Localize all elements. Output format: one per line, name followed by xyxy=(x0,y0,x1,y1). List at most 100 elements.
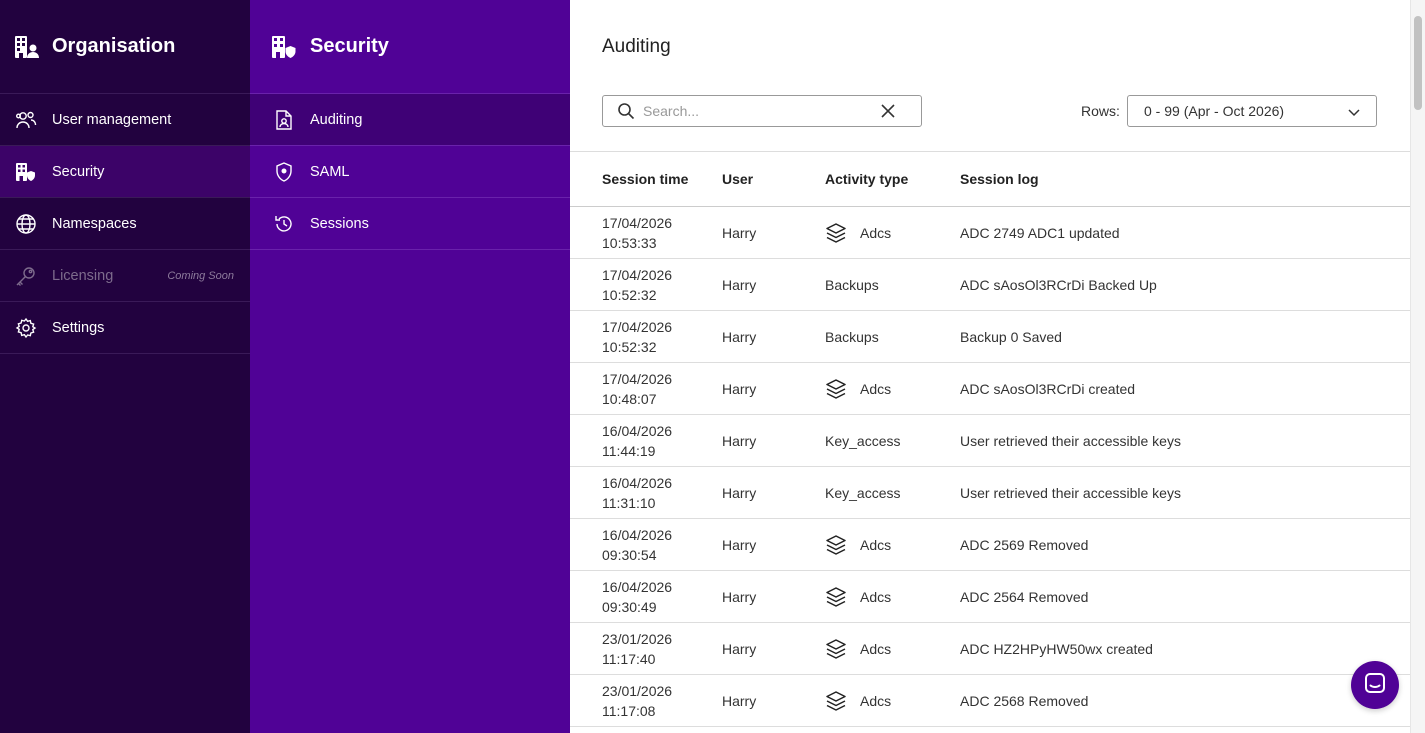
activity-type-label: Adcs xyxy=(860,224,892,241)
sidebar-item-licensing: Licensing Coming Soon xyxy=(0,250,250,302)
activity-type-label: Backups xyxy=(825,328,879,345)
table-row[interactable]: 23/01/2026 11:17:08 Harry Adcs ADC 2568 Remo… xyxy=(570,675,1410,727)
sidebar-item-label: SAML xyxy=(310,163,350,180)
key-icon xyxy=(15,265,37,287)
session-date: 17/04/2026 xyxy=(602,370,673,387)
sidebar-item-saml[interactable]: SAML xyxy=(250,146,570,198)
rows-select-value: 0 - 99 (Apr - Oct 2026) xyxy=(1144,103,1285,119)
activity-type-cell: Key_access xyxy=(825,433,960,449)
layers-icon xyxy=(825,378,847,400)
session-time-cell: 17/04/2026 10:52:32 xyxy=(570,317,722,357)
session-date: 23/01/2026 xyxy=(602,682,673,699)
session-log-cell: Backup 0 Saved xyxy=(960,328,1062,345)
sidebar-item-label: Security xyxy=(52,163,105,180)
sidebar-item-user-management[interactable]: User management xyxy=(0,94,250,146)
table-row[interactable]: 17/04/2026 10:48:07 Harry Adcs ADC sAosOl3RC… xyxy=(570,363,1410,415)
security-sidebar: Security Auditing SAML Sessions xyxy=(250,0,570,733)
globe-icon xyxy=(15,213,37,235)
building-shield-icon xyxy=(270,33,298,61)
organisation-header: Organisation xyxy=(0,0,250,94)
sidebar-item-settings[interactable]: Settings xyxy=(0,302,250,354)
user-cell: Harry xyxy=(722,224,757,241)
search-icon xyxy=(617,101,637,121)
activity-type-cell: Adcs xyxy=(825,534,960,556)
scrollbar[interactable] xyxy=(1410,0,1425,733)
rows-select[interactable]: 0 - 99 (Apr - Oct 2026) xyxy=(1127,95,1377,127)
column-header-session-time[interactable]: Session time xyxy=(570,169,722,189)
table-row[interactable]: 23/01/2026 11:17:40 Harry Adcs ADC HZ2HPyHW5… xyxy=(570,623,1410,675)
chevron-down-icon xyxy=(1346,104,1362,120)
session-log-cell: ADC HZ2HPyHW50wx created xyxy=(960,640,1153,657)
activity-type-label: Adcs xyxy=(860,640,892,657)
sidebar-item-sessions[interactable]: Sessions xyxy=(250,198,570,250)
chat-icon xyxy=(1363,671,1387,700)
user-cell: Harry xyxy=(722,536,757,553)
session-log-cell: ADC 2569 Removed xyxy=(960,536,1089,553)
table-body: 17/04/2026 10:53:33 Harry Adcs ADC 2749 ADC1… xyxy=(570,207,1410,727)
session-clock-time: 11:44:19 xyxy=(602,442,656,459)
user-cell: Harry xyxy=(722,432,757,449)
layers-icon xyxy=(825,638,847,660)
session-date: 23/01/2026 xyxy=(602,630,673,647)
session-time-cell: 23/01/2026 11:17:08 xyxy=(570,681,722,721)
session-time-cell: 17/04/2026 10:52:32 xyxy=(570,265,722,305)
session-clock-time: 09:30:49 xyxy=(602,598,657,615)
table-row[interactable]: 17/04/2026 10:52:32 Harry Backups ADC sAosOl… xyxy=(570,259,1410,311)
column-header-session-log[interactable]: Session log xyxy=(960,171,1410,187)
column-header-user[interactable]: User xyxy=(722,171,825,187)
activity-type-cell: Adcs xyxy=(825,690,960,712)
activity-type-cell: Adcs xyxy=(825,222,960,244)
session-log-cell: ADC sAosOl3RCrDi Backed Up xyxy=(960,276,1157,293)
sidebar-item-label: Namespaces xyxy=(52,215,137,232)
session-time-cell: 17/04/2026 10:53:33 xyxy=(570,213,722,253)
table-row[interactable]: 16/04/2026 09:30:54 Harry Adcs ADC 2569 Remo… xyxy=(570,519,1410,571)
layers-icon xyxy=(825,586,847,608)
sidebar-item-auditing[interactable]: Auditing xyxy=(250,94,570,146)
user-cell: Harry xyxy=(722,588,757,605)
table-row[interactable]: 16/04/2026 09:30:49 Harry Adcs ADC 2564 Remo… xyxy=(570,571,1410,623)
user-cell: Harry xyxy=(722,276,757,293)
session-date: 17/04/2026 xyxy=(602,318,673,335)
sidebar-item-security[interactable]: Security xyxy=(0,146,250,198)
scrollbar-thumb[interactable] xyxy=(1414,16,1422,110)
activity-type-cell: Adcs xyxy=(825,378,960,400)
audit-table: Session time User Activity type Session … xyxy=(570,151,1410,727)
session-clock-time: 11:17:08 xyxy=(602,702,656,719)
activity-type-label: Backups xyxy=(825,276,879,293)
organisation-sidebar: Organisation User management Security Na… xyxy=(0,0,250,733)
session-time-cell: 16/04/2026 09:30:54 xyxy=(570,525,722,565)
chat-button[interactable] xyxy=(1351,661,1399,709)
column-header-activity-type[interactable]: Activity type xyxy=(825,171,960,187)
building-user-icon xyxy=(14,34,40,60)
session-time-cell: 16/04/2026 11:44:19 xyxy=(570,421,722,461)
session-log-cell: ADC sAosOl3RCrDi created xyxy=(960,380,1136,397)
close-icon[interactable] xyxy=(879,102,897,120)
table-row[interactable]: 16/04/2026 11:44:19 Harry Key_access User re… xyxy=(570,415,1410,467)
table-row[interactable]: 17/04/2026 10:53:33 Harry Adcs ADC 2749 ADC1… xyxy=(570,207,1410,259)
session-date: 17/04/2026 xyxy=(602,266,673,283)
user-cell: Harry xyxy=(722,380,757,397)
activity-type-cell: Key_access xyxy=(825,485,960,501)
session-clock-time: 10:48:07 xyxy=(602,390,657,407)
activity-type-cell: Adcs xyxy=(825,586,960,608)
sidebar-item-namespaces[interactable]: Namespaces xyxy=(0,198,250,250)
table-row[interactable]: 17/04/2026 10:52:32 Harry Backups Backup 0 S… xyxy=(570,311,1410,363)
session-log-cell: ADC 2749 ADC1 updated xyxy=(960,224,1120,241)
security-header: Security xyxy=(250,0,570,94)
session-date: 16/04/2026 xyxy=(602,578,673,595)
user-cell: Harry xyxy=(722,640,757,657)
search-input[interactable] xyxy=(643,103,863,119)
session-clock-time: 10:52:32 xyxy=(602,286,657,303)
sidebar-item-label: Sessions xyxy=(310,215,369,232)
sidebar-item-label: User management xyxy=(52,111,172,128)
gear-icon xyxy=(15,317,37,339)
session-log-cell: User retrieved their accessible keys xyxy=(960,432,1181,449)
table-row[interactable]: 16/04/2026 11:31:10 Harry Key_access User re… xyxy=(570,467,1410,519)
user-cell: Harry xyxy=(722,484,757,501)
session-clock-time: 09:30:54 xyxy=(602,546,657,563)
coming-soon-badge: Coming Soon xyxy=(167,269,234,282)
organisation-title: Organisation xyxy=(52,35,176,57)
session-log-cell: User retrieved their accessible keys xyxy=(960,484,1181,501)
history-icon xyxy=(274,214,294,234)
user-cell: Harry xyxy=(722,328,757,345)
